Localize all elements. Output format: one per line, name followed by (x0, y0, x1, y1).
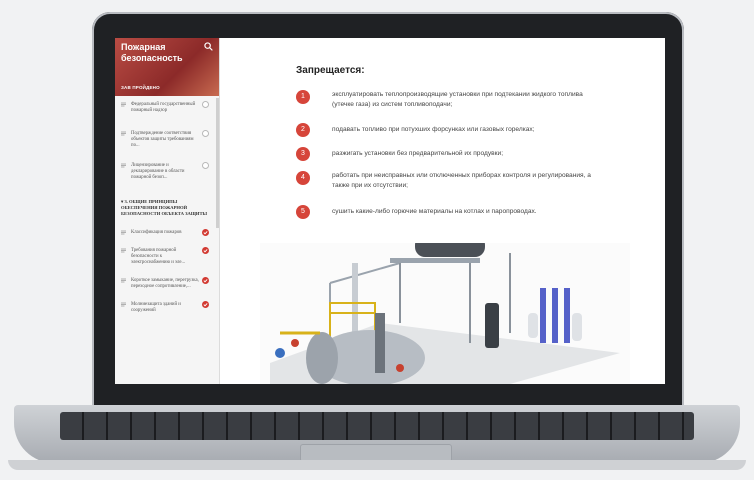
status-empty-icon (202, 101, 209, 108)
rule-number-badge: 4 (296, 171, 310, 185)
rule-number-badge: 3 (296, 147, 310, 161)
check-icon (202, 229, 209, 236)
lesson-list: Классификация пожаров Требования пожарно… (115, 229, 219, 314)
document-icon (121, 163, 126, 168)
lesson-label: Подтверждение соответствия объектов защи… (131, 131, 194, 148)
rule-number-badge: 2 (296, 123, 310, 137)
lesson-item[interactable]: Федеральный государственный пожарный над… (121, 101, 213, 114)
lesson-item[interactable]: Подтверждение соответствия объектов защи… (121, 130, 213, 149)
rule-text: разжигать установки без предварительной … (332, 150, 504, 157)
lesson-label: Классификация пожаров (131, 230, 182, 235)
boiler-plant-illustration (260, 243, 630, 384)
lesson-item[interactable]: Лицензирование и декларирование в област… (121, 162, 213, 181)
laptop-foot (8, 460, 746, 470)
lesson-item[interactable]: Молниезащита зданий и сооружений (121, 301, 213, 314)
lesson-content: Запрещается: 1 эксплуатировать теплопрои… (220, 38, 665, 384)
course-sidebar: Пожарная безопасность ЗАВ ПРОЙДЕНО Федер… (115, 38, 220, 384)
section-header[interactable]: ▾ 3. ОБЩИЕ ПРИНЦИПЫ ОБЕСПЕЧЕНИЯ ПОЖАРНОЙ… (115, 199, 219, 217)
lesson-label: Требования пожарной безопасности к элект… (131, 248, 186, 265)
lesson-item[interactable]: Требования пожарной безопасности к элект… (121, 247, 213, 266)
search-icon[interactable] (204, 42, 213, 51)
rule-text: работать при неисправных или отключенных… (332, 172, 591, 189)
lesson-label: Федеральный государственный пожарный над… (131, 102, 196, 113)
page-title: Запрещается: (296, 65, 365, 76)
lesson-item[interactable]: Классификация пожаров (121, 229, 213, 236)
screen: Пожарная безопасность ЗАВ ПРОЙДЕНО Федер… (115, 38, 665, 384)
rule-number-badge: 5 (296, 205, 310, 219)
course-progress-label: ЗАВ ПРОЙДЕНО (121, 85, 160, 90)
document-icon (121, 131, 126, 136)
lesson-list: Федеральный государственный пожарный над… (115, 101, 219, 181)
rule-text: эксплуатировать теплопроизводящие устано… (332, 91, 583, 108)
course-title: Пожарная безопасность (121, 42, 183, 63)
lesson-label: Короткое замыкание, перегрузка, переходн… (131, 278, 199, 289)
document-icon (121, 278, 126, 283)
lesson-label: Лицензирование и декларирование в област… (131, 163, 185, 180)
status-empty-icon (202, 130, 209, 137)
status-empty-icon (202, 162, 209, 169)
check-icon (202, 247, 209, 254)
sidebar-scrollbar[interactable] (216, 98, 219, 228)
lesson-item[interactable]: Короткое замыкание, перегрузка, переходн… (121, 277, 213, 290)
lesson-label: Молниезащита зданий и сооружений (131, 302, 181, 313)
document-icon (121, 102, 126, 107)
sidebar-header: Пожарная безопасность ЗАВ ПРОЙДЕНО (115, 38, 219, 96)
keyboard (60, 412, 694, 440)
check-icon (202, 301, 209, 308)
document-icon (121, 302, 126, 307)
check-icon (202, 277, 209, 284)
rule-number-badge: 1 (296, 90, 310, 104)
document-icon (121, 230, 126, 235)
rule-text: сушить какие-либо горючие материалы на к… (332, 208, 537, 215)
document-icon (121, 248, 126, 253)
rule-text: подавать топливо при потухших форсунках … (332, 126, 535, 133)
